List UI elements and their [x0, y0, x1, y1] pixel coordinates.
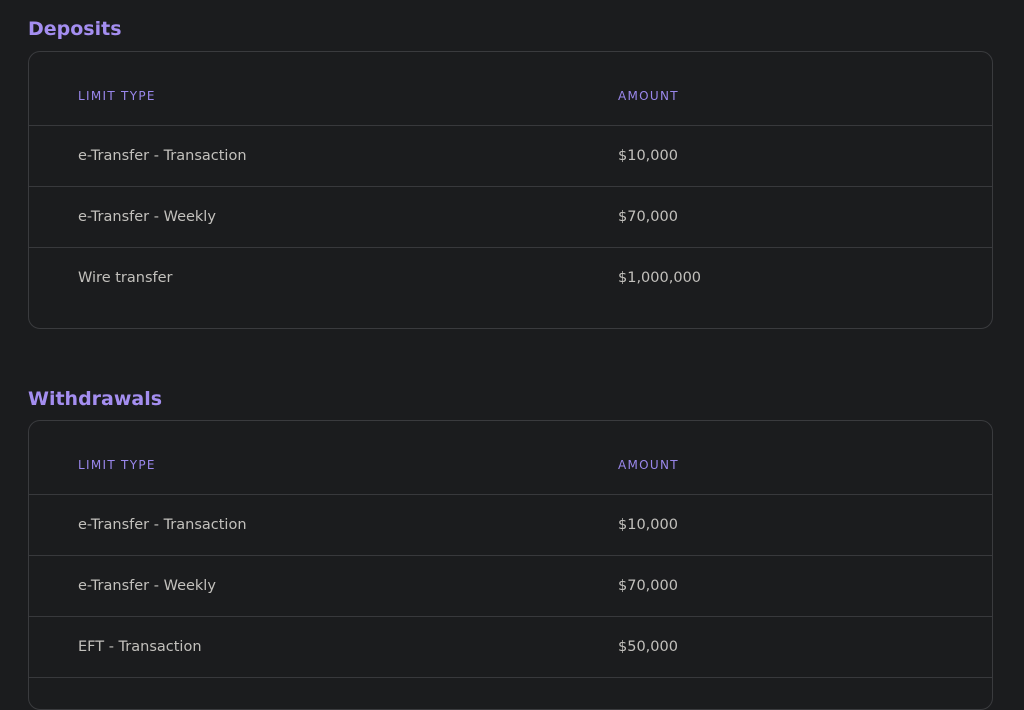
amount-cell: $50,000	[618, 639, 678, 655]
withdrawals-title: Withdrawals	[28, 388, 163, 410]
deposits-title: Deposits	[28, 18, 122, 40]
deposits-limits-table: LIMIT TYPE AMOUNT e-Transfer - Transacti…	[28, 51, 993, 329]
table-row: e-Transfer - Transaction $10,000	[29, 126, 992, 187]
table-row: EFT - Transaction $50,000	[29, 617, 992, 678]
limit-type-cell: Wire transfer	[78, 270, 173, 286]
limit-type-column-header: LIMIT TYPE	[78, 458, 156, 472]
table-row: e-Transfer - Weekly $70,000	[29, 187, 992, 248]
amount-cell: $10,000	[618, 148, 678, 164]
amount-cell: $70,000	[618, 209, 678, 225]
amount-cell: $70,000	[618, 578, 678, 594]
table-header-row: LIMIT TYPE AMOUNT	[29, 421, 992, 495]
limit-type-cell: e-Transfer - Weekly	[78, 578, 216, 594]
limit-type-cell: EFT - Transaction	[78, 639, 202, 655]
table-row: e-Transfer - Transaction $10,000	[29, 495, 992, 556]
amount-column-header: AMOUNT	[618, 89, 679, 103]
amount-column-header: AMOUNT	[618, 458, 679, 472]
table-header-row: LIMIT TYPE AMOUNT	[29, 52, 992, 126]
table-row: e-Transfer - Weekly $70,000	[29, 556, 992, 617]
limit-type-column-header: LIMIT TYPE	[78, 89, 156, 103]
limit-type-cell: e-Transfer - Weekly	[78, 209, 216, 225]
limit-type-cell: e-Transfer - Transaction	[78, 517, 247, 533]
limit-type-cell: e-Transfer - Transaction	[78, 148, 247, 164]
withdrawals-limits-table: LIMIT TYPE AMOUNT e-Transfer - Transacti…	[28, 420, 993, 710]
amount-cell: $1,000,000	[618, 270, 702, 286]
amount-cell: $10,000	[618, 517, 678, 533]
table-row: Wire transfer $1,000,000	[29, 248, 992, 328]
